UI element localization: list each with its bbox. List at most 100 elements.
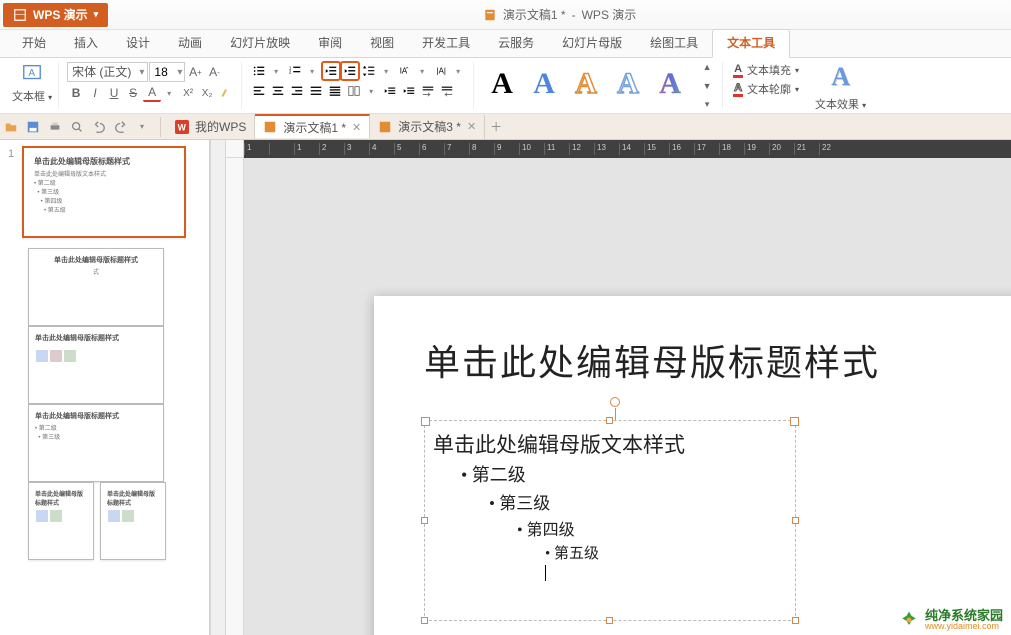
grow-font-button[interactable]: A+ — [186, 63, 204, 81]
wordart-style-1[interactable]: A — [482, 67, 522, 105]
font-size-combo[interactable]: 18 — [149, 62, 185, 82]
underline-button[interactable]: U — [105, 84, 123, 102]
doc-title: 演示文稿1 * — [503, 6, 566, 23]
clear-format-button[interactable] — [217, 84, 235, 102]
level-5-text[interactable]: • 第五级 — [545, 542, 787, 563]
columns-dropdown[interactable] — [364, 82, 380, 100]
font-name-combo[interactable]: 宋体 (正文) — [67, 62, 148, 82]
level-3-text[interactable]: • 第三级 — [489, 489, 787, 514]
text-fill-button[interactable]: A 文本填充 ▾ — [733, 62, 799, 78]
shrink-font-button[interactable]: A- — [205, 63, 223, 81]
doctab-home[interactable]: W 我的WPS — [167, 115, 255, 139]
numbering-button[interactable]: 12 — [286, 62, 304, 80]
indent-right-button[interactable] — [400, 82, 418, 100]
master-title-placeholder[interactable]: 单击此处编辑母版标题样式 — [424, 334, 1011, 386]
align-text-button[interactable]: |A| — [432, 62, 450, 80]
align-justify-button[interactable] — [307, 82, 325, 100]
tab-review[interactable]: 审阅 — [304, 30, 356, 57]
wordart-gallery-expand[interactable]: ▾ — [698, 96, 716, 114]
doctab-2[interactable]: 演示文稿3 * ✕ — [370, 115, 485, 139]
wordart-style-4[interactable]: A — [608, 67, 648, 105]
subscript-button[interactable]: X₂ — [198, 84, 216, 102]
slide-thumb-5b[interactable]: 单击此处编辑母版标题样式 — [100, 482, 166, 560]
italic-button[interactable]: I — [86, 84, 104, 102]
ltr-button[interactable] — [419, 82, 437, 100]
align-distribute-button[interactable] — [326, 82, 344, 100]
canvas[interactable]: 112345678910111213141516171819202122 单击此… — [226, 140, 1011, 635]
ruler-corner — [226, 140, 244, 158]
suite-name: WPS 演示 — [582, 6, 637, 23]
bold-button[interactable]: B — [67, 84, 85, 102]
wordart-scroll-down[interactable]: ▼ — [698, 77, 716, 95]
align-center-button[interactable] — [269, 82, 287, 100]
increase-indent-button[interactable] — [341, 62, 359, 80]
level-2-text[interactable]: • 第二级 — [461, 461, 787, 487]
line-spacing-dropdown[interactable] — [379, 62, 395, 80]
font-color-button[interactable]: A — [143, 84, 161, 102]
slide-panel[interactable]: 1 单击此处编辑母版标题样式 单击此处编辑母版文本样式 • 第二级 • 第三级 … — [0, 140, 210, 635]
doctab-2-close[interactable]: ✕ — [467, 120, 476, 133]
wordart-scroll-up[interactable]: ▲ — [698, 58, 716, 76]
line-spacing-button[interactable] — [360, 62, 378, 80]
tab-dev[interactable]: 开发工具 — [408, 30, 484, 57]
master-body-placeholder[interactable]: 单击此处编辑母版文本样式 • 第二级 • 第三级 • 第四级 • 第五级 — [424, 420, 796, 621]
slide-thumb-3[interactable]: 单击此处编辑母版标题样式 — [28, 326, 164, 404]
strike-button[interactable]: S — [124, 84, 142, 102]
outline-scrollbar[interactable] — [210, 140, 226, 635]
textbox-label[interactable]: 文本框 ▾ — [12, 88, 52, 104]
text-effect-button[interactable]: 文本效果 ▾ — [815, 96, 866, 112]
tab-show[interactable]: 幻灯片放映 — [216, 30, 304, 57]
tab-design[interactable]: 设计 — [112, 30, 164, 57]
app-name: WPS 演示 — [33, 6, 88, 23]
level-4-text[interactable]: • 第四级 — [517, 516, 787, 540]
qa-redo[interactable] — [110, 116, 132, 138]
slide-canvas[interactable]: 单击此处编辑母版标题样式 单击此处编辑母版文本样式 • 第二级 • 第三级 • … — [374, 296, 1011, 635]
text-direction-dropdown[interactable] — [415, 62, 431, 80]
app-menu-button[interactable]: WPS 演示 ▾ — [3, 3, 108, 27]
wordart-style-2[interactable]: A — [524, 67, 564, 105]
qa-save[interactable] — [22, 116, 44, 138]
tab-anim[interactable]: 动画 — [164, 30, 216, 57]
tab-master[interactable]: 幻灯片母版 — [548, 30, 636, 57]
indent-left-button[interactable] — [381, 82, 399, 100]
decrease-indent-button[interactable] — [322, 62, 340, 80]
slide-thumb-2[interactable]: 单击此处编辑母版标题样式 式 — [28, 248, 164, 326]
slide-thumb-4[interactable]: 单击此处编辑母版标题样式 • 第二级 • 第三级 — [28, 404, 164, 482]
bullets-dropdown[interactable] — [269, 62, 285, 80]
rtl-button[interactable] — [438, 82, 456, 100]
qa-open[interactable] — [0, 116, 22, 138]
wordart-style-5[interactable]: A — [650, 67, 690, 105]
bullets-button[interactable] — [250, 62, 268, 80]
tab-start[interactable]: 开始 — [8, 30, 60, 57]
svg-text:A: A — [28, 68, 35, 79]
tab-cloud[interactable]: 云服务 — [484, 30, 548, 57]
slide-thumb-1[interactable]: 单击此处编辑母版标题样式 单击此处编辑母版文本样式 • 第二级 • 第三级 • … — [22, 146, 186, 238]
tab-texttools[interactable]: 文本工具 — [712, 29, 790, 58]
superscript-button[interactable]: X² — [179, 84, 197, 102]
doctab-add[interactable]: ＋ — [485, 116, 507, 138]
watermark-logo-icon — [899, 610, 919, 630]
tab-view[interactable]: 视图 — [356, 30, 408, 57]
textbox-icon[interactable]: A — [21, 62, 43, 84]
text-direction-button[interactable]: IА̂ — [396, 62, 414, 80]
tab-insert[interactable]: 插入 — [60, 30, 112, 57]
qa-preview[interactable] — [66, 116, 88, 138]
align-text-dropdown[interactable] — [451, 62, 467, 80]
doctab-1-close[interactable]: ✕ — [352, 121, 361, 134]
columns-button[interactable] — [345, 82, 363, 100]
align-right-button[interactable] — [288, 82, 306, 100]
font-color-dropdown[interactable] — [162, 84, 178, 102]
rotate-handle-icon[interactable] — [610, 397, 620, 407]
tab-draw[interactable]: 绘图工具 — [636, 30, 712, 57]
level-1-text[interactable]: 单击此处编辑母版文本样式 — [433, 429, 787, 459]
numbering-dropdown[interactable] — [305, 62, 321, 80]
qa-undo[interactable] — [88, 116, 110, 138]
wordart-style-3[interactable]: A — [566, 67, 606, 105]
doctab-1[interactable]: 演示文稿1 * ✕ — [255, 114, 370, 138]
svg-text:|A|: |A| — [437, 67, 446, 76]
qa-more[interactable] — [132, 116, 154, 138]
qa-print[interactable] — [44, 116, 66, 138]
slide-thumb-5a[interactable]: 单击此处编辑母版标题样式 — [28, 482, 94, 560]
align-left-button[interactable] — [250, 82, 268, 100]
text-outline-button[interactable]: A 文本轮廓 ▾ — [733, 81, 799, 97]
